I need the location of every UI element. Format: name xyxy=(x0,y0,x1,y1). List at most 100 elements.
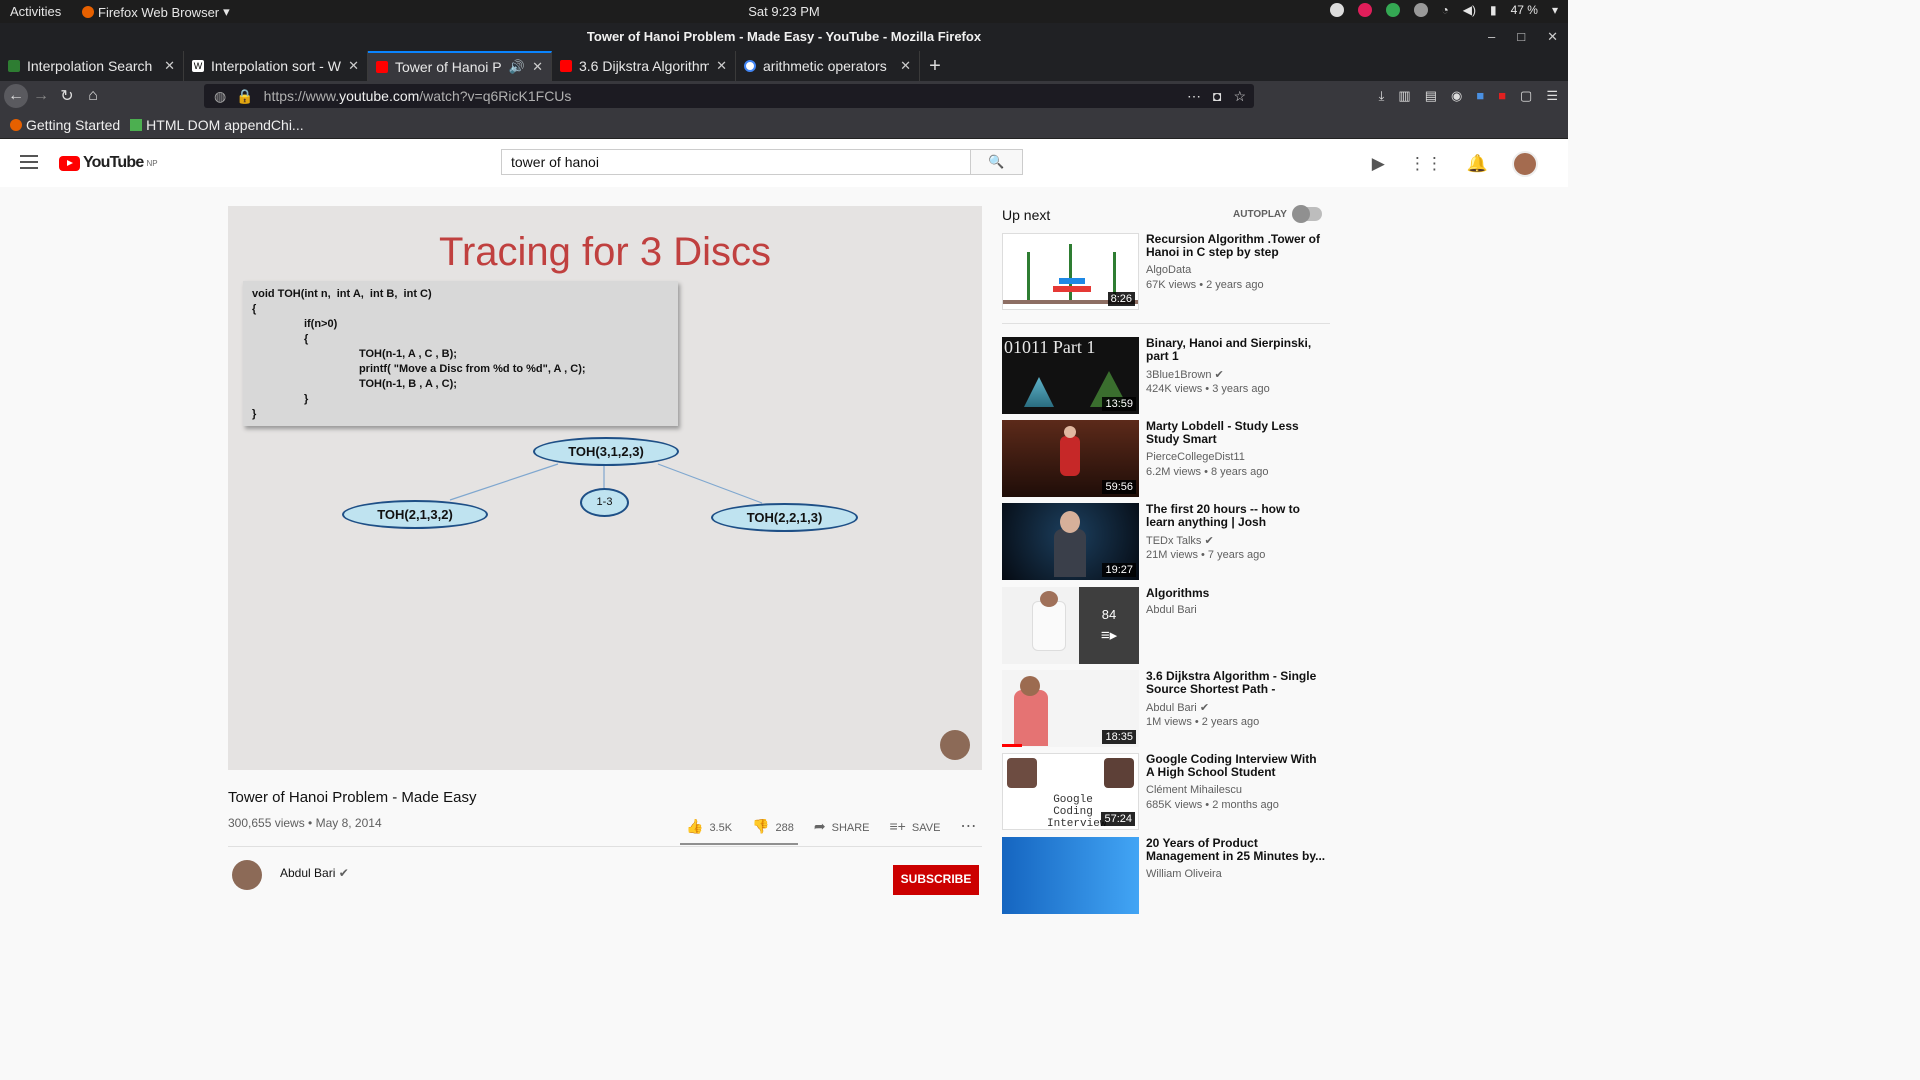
downloads-icon[interactable]: ⤓ xyxy=(1379,88,1385,104)
pocket-icon[interactable]: ◘ xyxy=(1213,88,1221,105)
like-button[interactable]: 👍 3.5K xyxy=(686,818,732,835)
back-button[interactable]: ← xyxy=(4,84,28,108)
video-title[interactable]: Marty Lobdell - Study Less Study Smart xyxy=(1146,420,1326,446)
extension-icon[interactable]: ■ xyxy=(1476,88,1484,104)
account-icon[interactable]: ◉ xyxy=(1451,88,1462,104)
tab-label: 3.6 Dijkstra Algorithm xyxy=(579,58,710,74)
bookmark-star-icon[interactable]: ☆ xyxy=(1233,88,1246,105)
page-actions-icon[interactable]: ⋯ xyxy=(1187,88,1201,105)
save-button[interactable]: ≡+ SAVE xyxy=(890,818,941,834)
notifications-bell-icon[interactable]: 🔔 xyxy=(1467,154,1488,174)
minimize-icon[interactable]: – xyxy=(1488,23,1495,51)
tab-label: Tower of Hanoi Pro xyxy=(395,59,502,75)
close-icon[interactable]: ✕ xyxy=(900,58,911,74)
audio-playing-icon[interactable]: 🔊 xyxy=(509,59,525,75)
lock-icon[interactable]: 🔒 xyxy=(236,88,253,105)
tree-node: TOH(2,2,1,3) xyxy=(711,503,858,532)
close-icon[interactable]: ✕ xyxy=(1547,23,1558,51)
avatar[interactable] xyxy=(1512,151,1538,177)
tracking-protection-icon[interactable]: ◍ xyxy=(214,88,226,105)
library-icon[interactable]: ▥ xyxy=(1398,88,1410,104)
close-icon[interactable]: ✕ xyxy=(716,58,727,74)
url-text[interactable]: https://www.youtube.com/watch?v=q6RicK1F… xyxy=(264,88,572,104)
video-meta: 67K views • 2 years ago xyxy=(1146,279,1264,291)
tab-label: Interpolation Search xyxy=(27,58,153,74)
subscribe-button[interactable]: SUBSCRIBE xyxy=(893,865,979,895)
close-icon[interactable]: ✕ xyxy=(164,58,175,74)
apps-grid-icon[interactable]: ⋮⋮ xyxy=(1409,154,1443,174)
playlist-add-icon: ≡+ xyxy=(889,818,906,834)
maximize-icon[interactable]: □ xyxy=(1517,23,1525,51)
system-tray[interactable]: ◔ ◀) ▮ 47 % ▾ xyxy=(1329,3,1558,17)
video-thumbnail[interactable]: 19:27 xyxy=(1002,503,1139,580)
tab-dijkstra[interactable]: 3.6 Dijkstra Algorithm ✕ xyxy=(552,51,736,81)
youtube-logo[interactable]: YouTube NP xyxy=(59,154,158,172)
home-button[interactable]: ⌂ xyxy=(80,87,106,105)
list-item[interactable]: 84 ≡▸ Algorithms Abdul Bari xyxy=(1002,587,1332,665)
close-icon[interactable]: ✕ xyxy=(348,58,359,74)
video-thumbnail[interactable]: 18:35 xyxy=(1002,670,1139,747)
video-title[interactable]: 20 Years of Product Management in 25 Min… xyxy=(1146,837,1326,863)
bookmark-getting-started[interactable]: Getting Started xyxy=(10,117,120,133)
duration-badge: 8:26 xyxy=(1107,292,1135,306)
tab-tower-of-hanoi[interactable]: Tower of Hanoi Pro 🔊 ✕ xyxy=(368,51,552,81)
channel-name: TEDx Talks ✔ xyxy=(1146,535,1214,547)
dislike-button[interactable]: 👎 288 xyxy=(752,818,794,835)
url-bar[interactable]: ◍ 🔒 https://www.youtube.com/watch?v=q6Ri… xyxy=(204,84,1254,108)
firefox-icon xyxy=(10,118,22,131)
video-title[interactable]: Google Coding Interview With A High Scho… xyxy=(1146,753,1326,779)
channel-avatar[interactable] xyxy=(232,860,262,890)
video-thumbnail[interactable] xyxy=(1002,837,1139,914)
video-title[interactable]: Algorithms xyxy=(1146,587,1326,600)
tab-arithmetic-operators[interactable]: arithmetic operators ✕ xyxy=(736,51,920,81)
extension-icon[interactable]: ▢ xyxy=(1520,88,1532,104)
bookmark-label: HTML DOM appendChi... xyxy=(146,116,304,133)
autoplay-toggle[interactable] xyxy=(1292,205,1322,223)
channel-name[interactable]: Abdul Bari ✔ xyxy=(280,866,349,880)
sidebar-icon[interactable]: ▤ xyxy=(1425,88,1437,104)
power-icon xyxy=(1385,3,1400,17)
video-thumbnail[interactable]: Google Coding Interview 57:24 xyxy=(1002,753,1139,830)
create-video-icon[interactable]: ▶︎ xyxy=(1372,154,1385,174)
tab-interpolation-search[interactable]: Interpolation Search ✕ xyxy=(0,51,184,81)
tab-interpolation-sort[interactable]: W Interpolation sort - W ✕ xyxy=(184,51,368,81)
share-button[interactable]: ➦ SHARE xyxy=(814,818,870,835)
navigation-toolbar: ← → ↻ ⌂ ◍ 🔒 https://www.youtube.com/watc… xyxy=(0,81,1568,111)
list-item[interactable]: 01011 Part 1 13:59 Binary, Hanoi and Sie… xyxy=(1002,337,1332,415)
list-item[interactable]: Google Coding Interview 57:24 Google Cod… xyxy=(1002,753,1332,831)
wifi-icon: ◔ xyxy=(1441,3,1449,17)
playlist-thumbnail[interactable]: 84 ≡▸ xyxy=(1002,587,1139,664)
more-actions-icon[interactable]: ⋯ xyxy=(960,816,976,836)
extension-icon[interactable]: ■ xyxy=(1498,88,1506,104)
bookmark-html-dom[interactable]: HTML DOM appendChi... xyxy=(130,116,304,133)
video-title[interactable]: The first 20 hours -- how to learn anyth… xyxy=(1146,503,1326,530)
video-thumbnail[interactable]: 59:56 xyxy=(1002,420,1139,497)
region-code: NP xyxy=(146,158,158,168)
video-thumbnail[interactable]: 01011 Part 1 13:59 xyxy=(1002,337,1139,414)
channel-name: Abdul Bari ✔ xyxy=(1146,702,1210,714)
video-title[interactable]: 3.6 Dijkstra Algorithm - Single Source S… xyxy=(1146,670,1326,697)
menu-icon[interactable]: ☰ xyxy=(1546,88,1558,104)
reload-button[interactable]: ↻ xyxy=(54,86,80,106)
list-item[interactable]: 18:35 3.6 Dijkstra Algorithm - Single So… xyxy=(1002,670,1332,748)
thumbnail-text: 01011 Part 1 xyxy=(1004,337,1096,357)
close-icon[interactable]: ✕ xyxy=(532,59,543,75)
video-title[interactable]: Binary, Hanoi and Sierpinski, part 1 xyxy=(1146,337,1326,363)
video-title[interactable]: Recursion Algorithm .Tower of Hanoi in C… xyxy=(1146,233,1326,259)
video-title: Tower of Hanoi Problem - Made Easy xyxy=(228,789,477,806)
search-button[interactable]: 🔍 xyxy=(970,149,1023,175)
hamburger-menu-icon[interactable] xyxy=(20,155,38,173)
list-item[interactable]: 8:26 Recursion Algorithm .Tower of Hanoi… xyxy=(1002,233,1332,311)
list-item[interactable]: 19:27 The first 20 hours -- how to learn… xyxy=(1002,503,1332,581)
search-input[interactable]: tower of hanoi xyxy=(501,149,971,175)
list-item[interactable]: 20 Years of Product Management in 25 Min… xyxy=(1002,837,1332,915)
list-item[interactable]: 59:56 Marty Lobdell - Study Less Study S… xyxy=(1002,420,1332,498)
divider xyxy=(1002,323,1330,324)
new-tab-button[interactable]: + xyxy=(920,51,950,81)
forward-button[interactable]: → xyxy=(28,87,54,105)
window-titlebar: Tower of Hanoi Problem - Made Easy - You… xyxy=(0,23,1568,51)
playlist-icon: ≡▸ xyxy=(1100,627,1118,644)
thumbs-down-icon: 👎 xyxy=(752,817,770,834)
video-player[interactable]: Tracing for 3 Discs void TOH(int n, int … xyxy=(228,206,982,770)
video-thumbnail[interactable]: 8:26 xyxy=(1002,233,1139,310)
